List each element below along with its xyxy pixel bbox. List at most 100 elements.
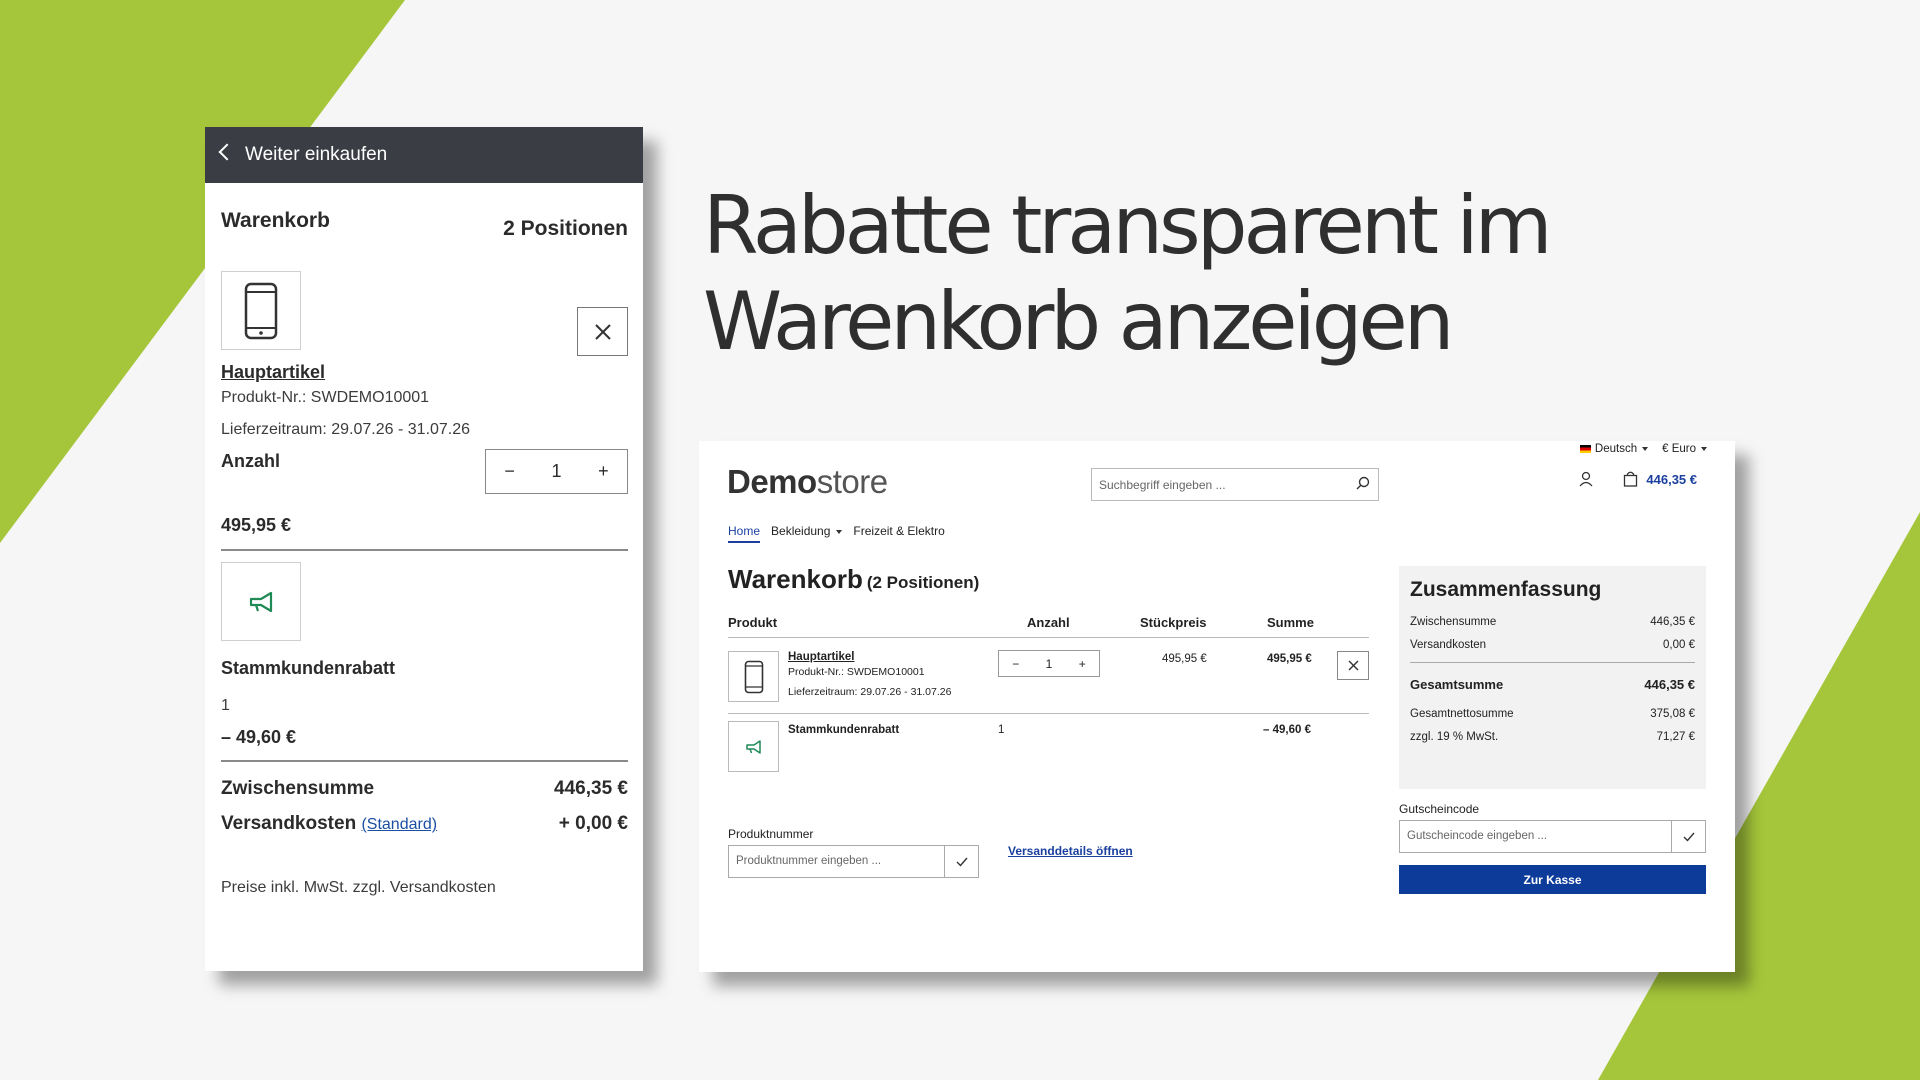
nav-item-home[interactable]: Home	[728, 524, 761, 543]
shipping-label-group: Versandkosten (Standard)	[221, 813, 437, 835]
mobile-cart-body: Warenkorb 2 Positionen Hauptartikel Prod…	[205, 209, 643, 897]
chevron-left-icon	[218, 143, 236, 161]
divider	[221, 549, 628, 551]
item-total: 495,95 €	[1267, 653, 1312, 665]
delivery-period: Lieferzeitraum: 29.07.26 - 31.07.26	[221, 421, 471, 438]
column-header-product: Produkt	[728, 615, 778, 630]
summary-title: Zusammenfassung	[1410, 578, 1602, 601]
voucher-input[interactable]: Gutscheincode eingeben ...	[1400, 821, 1671, 852]
remove-item-button[interactable]	[1337, 651, 1369, 680]
plus-icon[interactable]: +	[1079, 657, 1086, 671]
megaphone-icon	[745, 739, 761, 754]
subtotal-value: 446,35 €	[554, 778, 628, 799]
summary-vat-row: zzgl. 19 % MwSt. 71,27 €	[1410, 731, 1695, 743]
product-number: Produkt-Nr.: SWDEMO10001	[788, 666, 925, 678]
divider	[728, 637, 1369, 638]
discount-quantity: 1	[221, 697, 230, 714]
summary-shipping-row: Versandkosten 0,00 €	[1410, 639, 1695, 651]
close-icon	[1348, 660, 1358, 671]
shipping-method-link[interactable]: (Standard)	[361, 816, 437, 833]
headline: Rabatte transparent im Warenkorb anzeige…	[703, 178, 1803, 370]
summary-subtotal-value: 446,35 €	[1650, 616, 1695, 628]
item-details: Hauptartikel Produkt-Nr.: SWDEMO10001 Li…	[788, 651, 951, 698]
subtotal-label: Zwischensumme	[221, 778, 375, 799]
megaphone-icon	[249, 591, 273, 612]
summary-vat-value: 71,27 €	[1656, 731, 1695, 743]
main-navigation: Home Bekleidung Freizeit & Elektro	[728, 524, 945, 543]
store-logo[interactable]: Demostore	[727, 463, 888, 501]
page-title-count: (2 Positionen)	[866, 573, 980, 592]
quantity-label: Anzahl	[221, 451, 281, 471]
search-icon[interactable]	[1356, 476, 1370, 490]
quantity-value[interactable]: 1	[1046, 657, 1053, 671]
nav-item-bekleidung[interactable]: Bekleidung	[771, 524, 842, 543]
shipping-value: + 0,00 €	[558, 813, 628, 834]
price-note: Preise inkl. MwSt. zzgl. Versandkosten	[221, 879, 496, 896]
order-summary: Zusammenfassung Zwischensumme 446,35 € V…	[1399, 566, 1706, 789]
summary-subtotal-row: Zwischensumme 446,35 €	[1410, 616, 1695, 628]
quantity-row: Anzahl − 1 +	[221, 449, 628, 494]
checkout-button[interactable]: Zur Kasse	[1399, 865, 1706, 894]
smartphone-icon	[244, 282, 278, 339]
voucher-field: Gutscheincode eingeben ...	[1399, 820, 1706, 853]
productno-submit-button[interactable]	[944, 846, 978, 877]
smartphone-icon	[744, 660, 763, 693]
language-select[interactable]: Deutsch	[1579, 443, 1648, 455]
continue-shopping-bar[interactable]: Weiter einkaufen	[205, 127, 643, 183]
product-thumbnail[interactable]	[221, 271, 301, 350]
shipping-row: Versandkosten (Standard) + 0,00 €	[221, 813, 628, 835]
column-header-quantity: Anzahl	[1027, 615, 1070, 630]
logo-bold: Demo	[727, 463, 817, 500]
discount-thumbnail	[221, 562, 301, 641]
product-thumbnail[interactable]	[728, 651, 779, 702]
column-header-total: Summe	[1267, 615, 1314, 630]
voucher-label: Gutscheincode	[1399, 802, 1480, 816]
minus-icon[interactable]: −	[504, 461, 515, 482]
header-cart-button[interactable]: 446,35 €	[1623, 471, 1697, 487]
summary-total-label: Gesamtsumme	[1410, 677, 1504, 692]
discount-quantity: 1	[998, 724, 1005, 736]
productno-field: Produktnummer eingeben ...	[728, 845, 979, 878]
voucher-submit-button[interactable]	[1671, 821, 1705, 852]
currency-select[interactable]: € Euro	[1662, 443, 1707, 455]
plus-icon[interactable]: +	[598, 461, 609, 482]
quantity-stepper[interactable]: − 1 +	[485, 449, 628, 494]
productno-input[interactable]: Produktnummer eingeben ...	[729, 846, 944, 877]
discount-name: Stammkundenrabatt	[221, 658, 396, 678]
discount-name: Stammkundenrabatt	[788, 724, 900, 736]
summary-total-value: 446,35 €	[1644, 677, 1695, 692]
divider	[1410, 662, 1695, 663]
summary-net-value: 375,08 €	[1650, 708, 1695, 720]
shipping-details-link[interactable]: Versanddetails öffnen	[1008, 844, 1133, 858]
discount-thumbnail	[728, 721, 779, 772]
nav-item-freizeit-elektro[interactable]: Freizeit & Elektro	[853, 524, 944, 543]
logo-rest: store	[816, 463, 888, 500]
summary-shipping-value: 0,00 €	[1663, 639, 1695, 651]
minus-icon[interactable]: −	[1012, 657, 1019, 671]
quantity-value[interactable]: 1	[551, 461, 561, 482]
headline-line-2: Warenkorb anzeigen	[703, 275, 1454, 368]
divider	[728, 713, 1369, 714]
continue-shopping-label: Weiter einkaufen	[245, 144, 388, 165]
item-price: 495,95 €	[221, 515, 292, 535]
remove-item-button[interactable]	[577, 307, 628, 356]
search-input[interactable]: Suchbegriff eingeben ...	[1091, 468, 1379, 501]
discount-price: – 49,60 €	[221, 727, 297, 747]
quantity-stepper[interactable]: − 1 +	[998, 650, 1100, 677]
summary-total-row: Gesamtsumme 446,35 €	[1410, 677, 1695, 692]
check-icon	[1683, 832, 1695, 842]
cart-header: Warenkorb 2 Positionen	[221, 209, 628, 241]
summary-vat-label: zzgl. 19 % MwSt.	[1410, 731, 1499, 743]
product-name-link[interactable]: Hauptartikel	[788, 651, 951, 663]
summary-net-label: Gesamtnettosumme	[1410, 708, 1514, 720]
summary-subtotal-label: Zwischensumme	[1410, 616, 1497, 628]
discount-total: – 49,60 €	[1263, 724, 1311, 736]
page-title: Warenkorb (2 Positionen)	[728, 564, 979, 595]
product-name-link[interactable]: Hauptartikel	[221, 362, 628, 383]
mobile-cart-panel: Weiter einkaufen Warenkorb 2 Positionen …	[205, 127, 643, 971]
divider	[221, 760, 628, 762]
cart-title: Warenkorb	[221, 209, 330, 232]
cart-position-count: 2 Positionen	[503, 217, 628, 240]
account-icon[interactable]	[1579, 471, 1593, 487]
language-label: Deutsch	[1594, 443, 1638, 455]
